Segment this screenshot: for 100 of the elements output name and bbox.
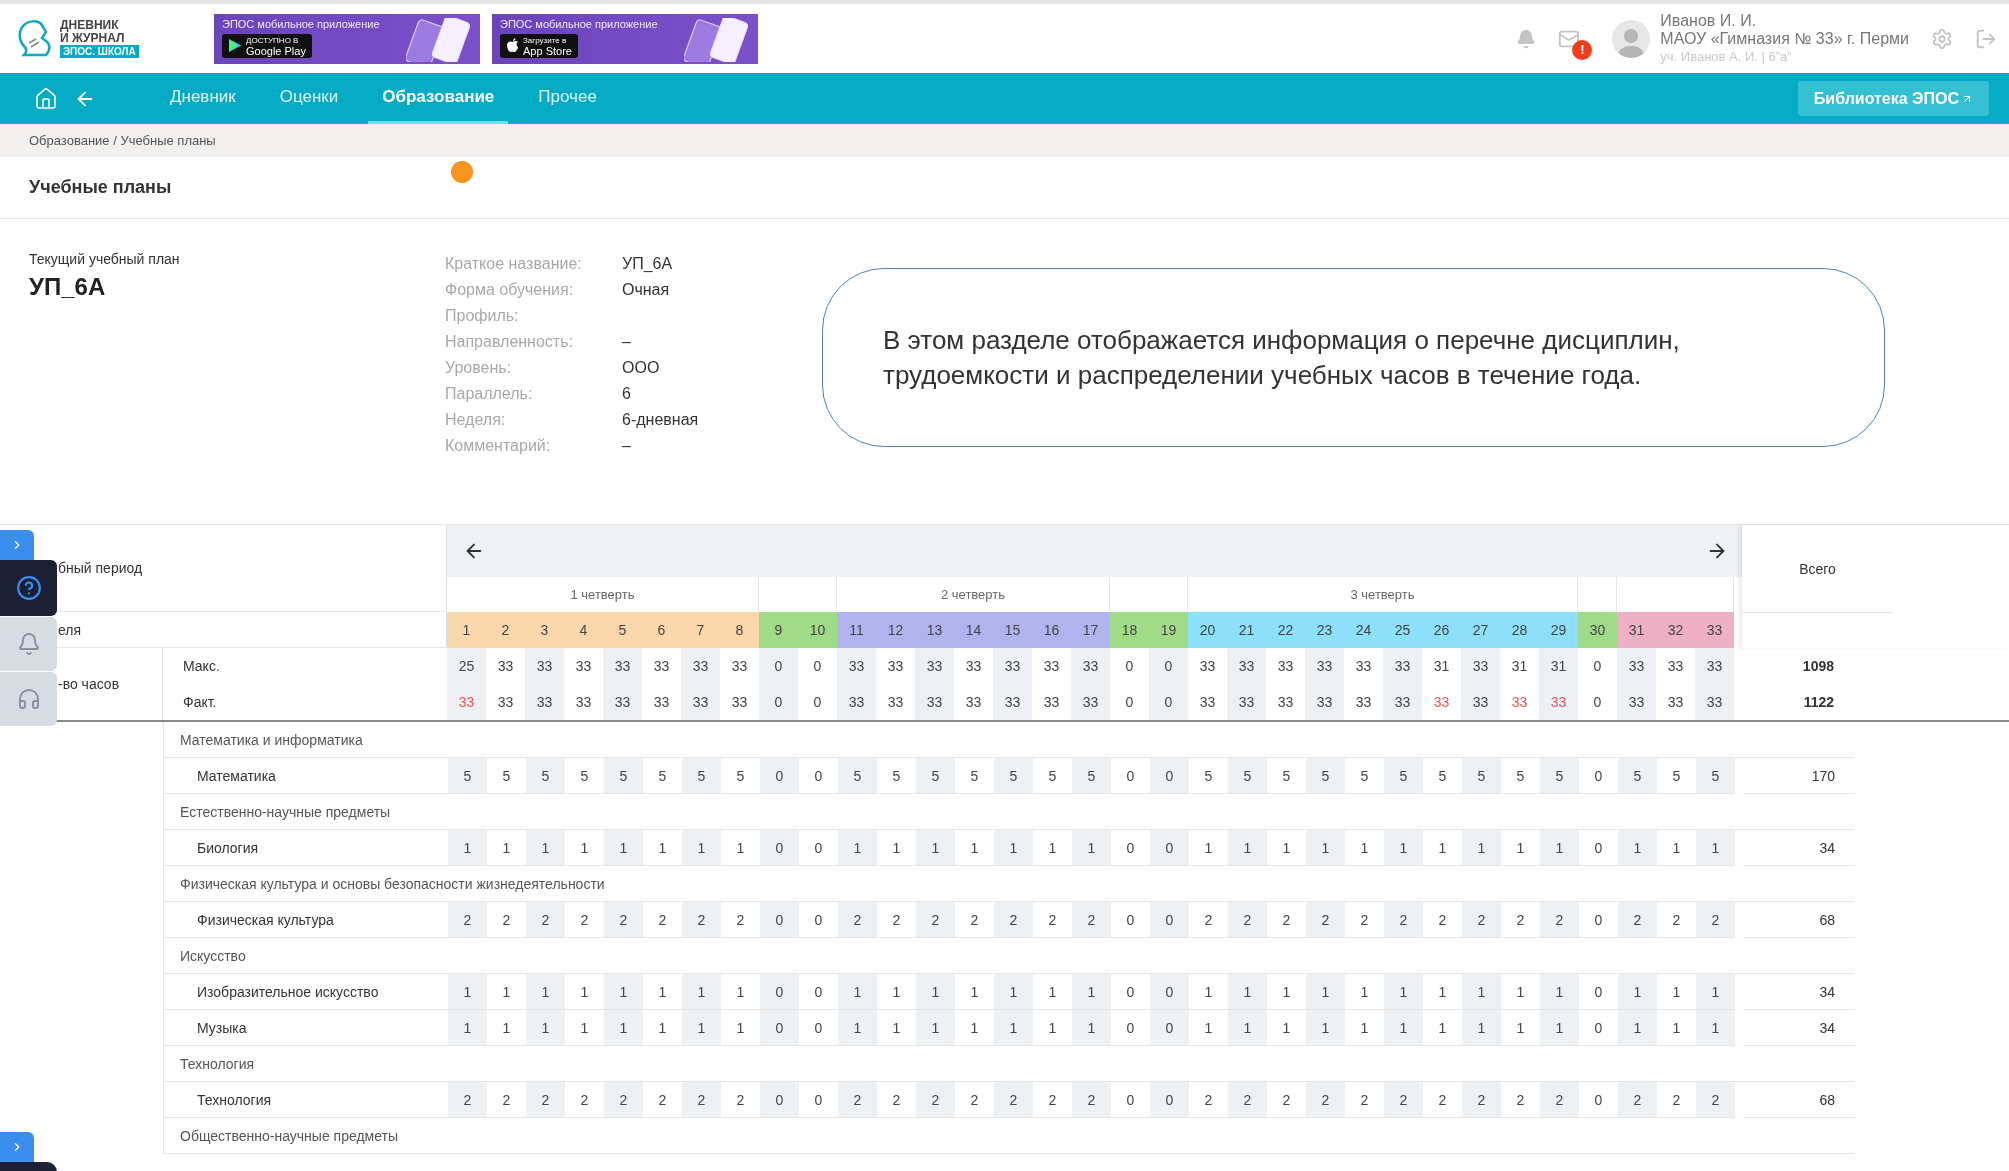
hours-cell: 1: [838, 974, 877, 1010]
week-number: 31: [1617, 612, 1656, 648]
hours-cell: 1: [1540, 974, 1579, 1010]
week-number: 32: [1656, 612, 1695, 648]
row-label: Макс.: [183, 658, 220, 674]
hours-cell: 2: [1540, 902, 1579, 938]
logout-icon[interactable]: [1975, 27, 1997, 50]
field-value: ООО: [622, 359, 661, 378]
expand-tab[interactable]: [0, 530, 34, 560]
field-label: Параллель:: [445, 385, 534, 404]
week-number: 30: [1578, 612, 1617, 648]
hours-cell: 33: [603, 648, 642, 684]
hours-cell: 2: [1696, 902, 1735, 938]
hours-cell: 33: [603, 684, 642, 720]
hours-cell: 0: [1149, 684, 1188, 720]
week-number: 1: [447, 612, 486, 648]
field-value: 6-дневная: [622, 411, 700, 430]
hours-cell: 2: [1228, 902, 1267, 938]
row-header: -во часов: [58, 676, 120, 692]
week-number: 13: [915, 612, 954, 648]
hours-cell: 1: [1228, 1010, 1267, 1046]
hours-cell: 33: [681, 684, 720, 720]
nav-tab[interactable]: Прочее: [524, 73, 611, 124]
hours-cell: 2: [994, 902, 1033, 938]
week-number: 19: [1149, 612, 1188, 648]
hours-cell: 1: [916, 974, 955, 1010]
support-button[interactable]: [0, 672, 57, 726]
hours-cell: 33: [1461, 684, 1500, 720]
hours-cell: 33: [915, 684, 954, 720]
hours-cell: 5: [1462, 758, 1501, 794]
hours-cell: 0: [1150, 830, 1189, 866]
hours-cell: 0: [760, 1010, 799, 1046]
bell-icon[interactable]: [1516, 28, 1537, 49]
hours-cell: 1: [1618, 830, 1657, 866]
total-cell: 68: [1743, 1082, 1855, 1118]
app-banner[interactable]: ЭПОС мобильное приложение ДОСТУПНО В Google Play: [214, 13, 480, 64]
week-number: 4: [564, 612, 603, 648]
total-cell: 34: [1743, 1010, 1855, 1046]
hours-cell: 1: [448, 974, 487, 1010]
store-name: App Store: [523, 45, 572, 56]
notifications-button[interactable]: [0, 617, 57, 671]
week-number: 7: [681, 612, 720, 648]
hours-cell: 33: [525, 684, 564, 720]
store-badge[interactable]: Загрузите в App Store: [500, 33, 578, 58]
hours-cell: 1: [1540, 830, 1579, 866]
field-label: Форма обучения:: [445, 281, 575, 300]
hours-cell: 2: [1540, 1082, 1579, 1118]
week-number: 24: [1344, 612, 1383, 648]
play-icon: [228, 38, 242, 53]
hours-cell: 25: [447, 648, 486, 684]
avatar[interactable]: [1612, 19, 1651, 58]
hours-cell: 33: [1383, 648, 1422, 684]
hours-cell: 2: [1228, 1082, 1267, 1118]
hours-cell: 2: [604, 1082, 643, 1118]
hours-cell: 2: [1618, 902, 1657, 938]
nav-tab[interactable]: Дневник: [156, 73, 250, 124]
subject-group: Общественно-научные предметы: [163, 1118, 1854, 1154]
hours-cell: 33: [1617, 684, 1656, 720]
hours-cell: 5: [448, 758, 487, 794]
hours-cell: 2: [1384, 1082, 1423, 1118]
hours-cell: 5: [1228, 758, 1267, 794]
plan-caption: Текущий учебный план: [29, 251, 181, 267]
library-button[interactable]: Библиотека ЭПОС: [1797, 81, 1989, 116]
week-number: 33: [1695, 612, 1734, 648]
hours-cell: 31: [1539, 648, 1578, 684]
week-number: 15: [993, 612, 1032, 648]
hours-cell: 33: [1461, 648, 1500, 684]
hours-cell: 1: [1072, 830, 1111, 866]
hours-cell: 5: [1618, 758, 1657, 794]
hours-cell: 2: [526, 1082, 565, 1118]
settings-icon[interactable]: [1931, 27, 1953, 50]
total-cell: 34: [1743, 974, 1855, 1010]
hours-cell: 1: [682, 1010, 721, 1046]
field-label: Направленность:: [445, 333, 574, 352]
week-number: 14: [954, 612, 993, 648]
hours-cell: 1: [448, 1010, 487, 1046]
phone-drawing: [684, 17, 750, 62]
hours-cell: 5: [1384, 758, 1423, 794]
hours-cell: 2: [916, 902, 955, 938]
hours-cell: 1: [448, 830, 487, 866]
hours-cell: 33: [993, 684, 1032, 720]
week-number: 6: [642, 612, 681, 648]
hours-cell: 33: [993, 648, 1032, 684]
hours-cell: 2: [1462, 1082, 1501, 1118]
hours-cell: 5: [1696, 758, 1735, 794]
field-label: Уровень:: [445, 359, 513, 378]
app-banner[interactable]: ЭПОС мобильное приложение Загрузите в App Store: [492, 13, 758, 64]
breadcrumb: Образование / Учебные планы: [0, 124, 2009, 157]
hours-cell: 1: [682, 830, 721, 866]
hours-cell: 5: [916, 758, 955, 794]
hours-cell: 1: [994, 974, 1033, 1010]
store-badge[interactable]: ДОСТУПНО В Google Play: [222, 33, 312, 58]
nav-tab[interactable]: Оценки: [265, 73, 353, 124]
help-button[interactable]: [0, 560, 57, 616]
quarter-label: 1 четверть: [570, 587, 635, 602]
expand-tab[interactable]: [0, 1132, 34, 1162]
hours-cell: 33: [1383, 684, 1422, 720]
row-label: Факт.: [183, 694, 217, 710]
store-name: Google Play: [246, 45, 306, 56]
week-number: 17: [1071, 612, 1110, 648]
